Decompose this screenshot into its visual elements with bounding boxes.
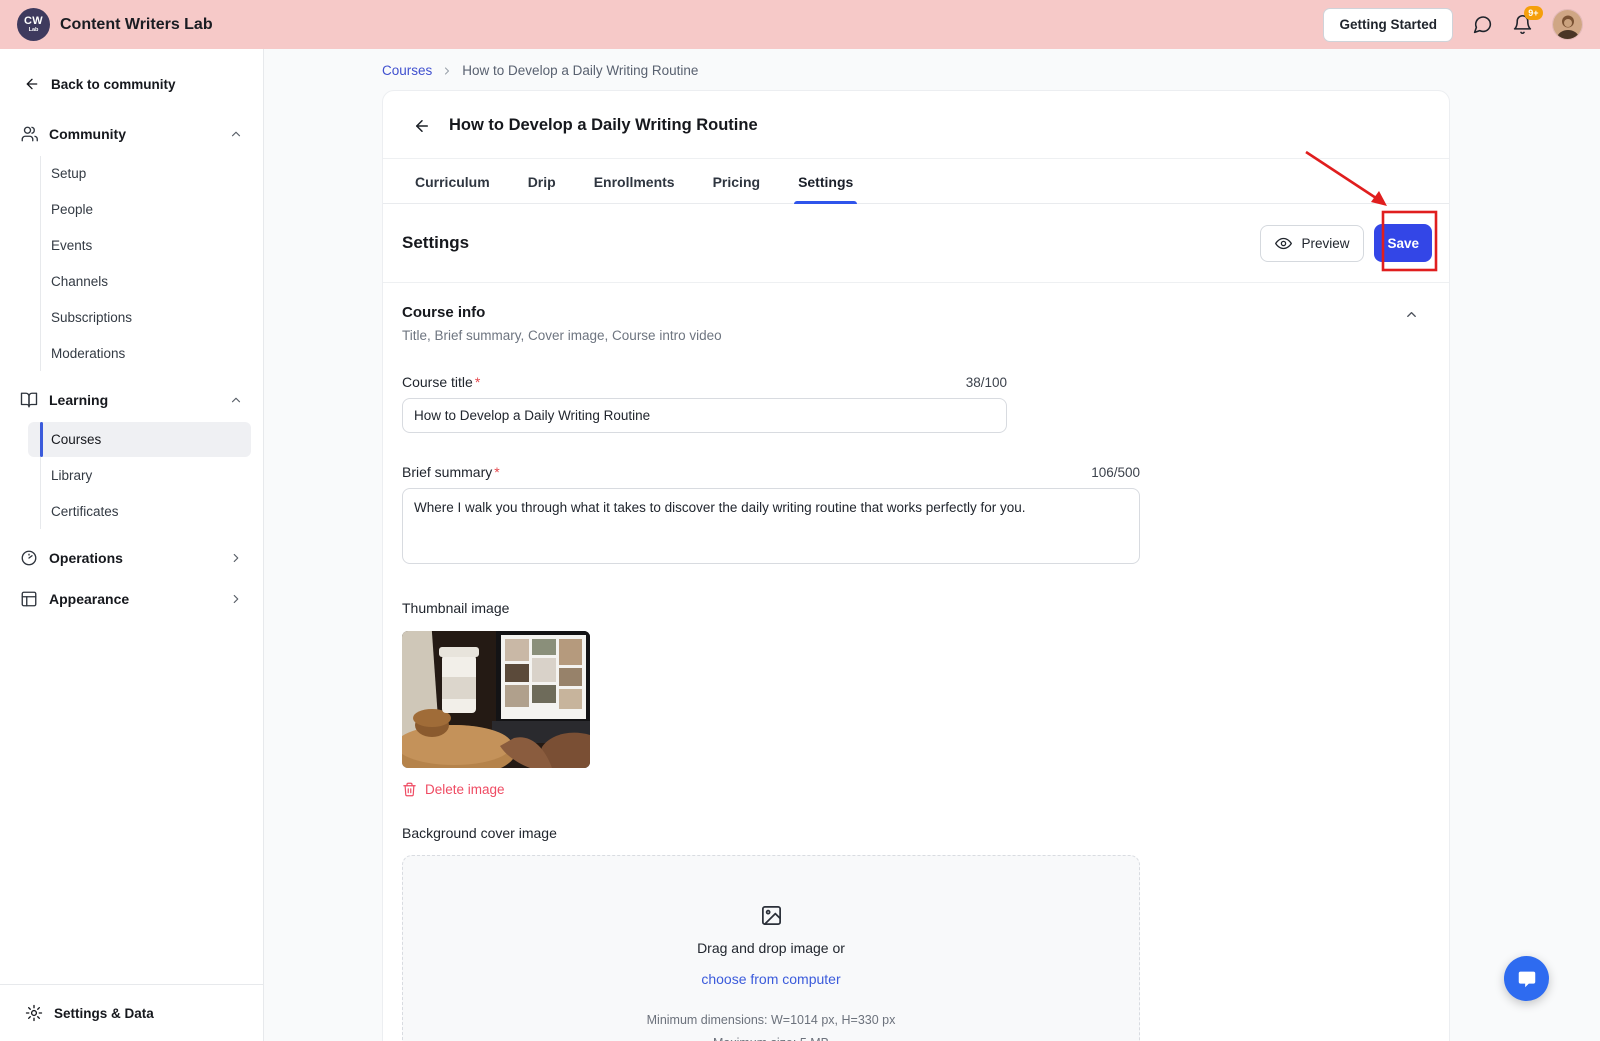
chevron-right-icon	[229, 551, 243, 565]
tab-drip[interactable]: Drip	[526, 159, 558, 203]
breadcrumb: Courses How to Develop a Daily Writing R…	[382, 63, 1600, 78]
book-icon	[20, 391, 38, 409]
dropzone-min-dimensions: Minimum dimensions: W=1014 px, H=330 px	[646, 1013, 896, 1027]
settings-and-data-link[interactable]: Settings & Data	[0, 984, 263, 1041]
eye-icon	[1275, 235, 1293, 252]
course-info-header: Course info Title, Brief summary, Cover …	[402, 304, 1419, 343]
trash-icon	[402, 782, 417, 797]
course-title-counter: 38/100	[965, 375, 1007, 390]
community-icon	[20, 125, 38, 143]
user-avatar[interactable]	[1552, 9, 1583, 40]
course-settings-card: How to Develop a Daily Writing Routine C…	[382, 90, 1450, 1041]
settings-and-data-label: Settings & Data	[54, 1005, 154, 1021]
brief-summary-label: Brief summary *	[402, 464, 500, 480]
sidebar-section-community[interactable]: Community	[0, 113, 263, 154]
thumbnail-label: Thumbnail image	[402, 600, 510, 616]
notifications-button[interactable]: 9+	[1512, 6, 1543, 35]
course-title-field: Course title * 38/100	[402, 374, 1419, 433]
sidebar-section-label: Community	[49, 125, 126, 142]
collapse-chevron-up-icon[interactable]	[1404, 307, 1419, 322]
breadcrumb-current: How to Develop a Daily Writing Routine	[462, 63, 699, 78]
dropzone-text: Drag and drop image or	[697, 940, 845, 956]
required-asterisk: *	[474, 374, 481, 390]
topbar-actions: Getting Started 9+	[1323, 6, 1583, 42]
sidebar-section-label: Learning	[49, 391, 109, 408]
gauge-icon	[20, 549, 38, 567]
course-title-input[interactable]	[402, 398, 1007, 433]
sidebar-section-operations[interactable]: Operations	[0, 537, 263, 578]
cover-image-dropzone[interactable]: Drag and drop image or choose from compu…	[402, 855, 1140, 1041]
back-to-community-link[interactable]: Back to community	[0, 49, 263, 113]
course-info-titles: Course info Title, Brief summary, Cover …	[402, 304, 722, 343]
top-bar: CW Lab Content Writers Lab Getting Start…	[0, 0, 1600, 49]
learning-subnav: Courses Library Certificates	[0, 420, 263, 537]
cover-image-label: Background cover image	[402, 825, 557, 841]
gear-icon	[25, 1004, 43, 1022]
delete-image-button[interactable]: Delete image	[402, 782, 505, 797]
tab-curriculum[interactable]: Curriculum	[413, 159, 492, 203]
course-tabs: Curriculum Drip Enrollments Pricing Sett…	[383, 159, 1449, 204]
logo-text: CW	[24, 15, 43, 27]
chevron-right-icon	[229, 592, 243, 606]
chevron-up-icon	[229, 127, 243, 141]
thumbnail-image	[402, 631, 590, 768]
chat-bubble-icon	[1472, 14, 1493, 35]
sidebar-section-label: Appearance	[49, 590, 130, 607]
section-subtitle: Title, Brief summary, Cover image, Cours…	[402, 328, 722, 343]
course-info-section: Course info Title, Brief summary, Cover …	[383, 282, 1449, 1041]
chevron-right-icon	[441, 65, 453, 77]
delete-image-label: Delete image	[425, 782, 505, 797]
course-title-label: Course title *	[402, 374, 481, 390]
required-asterisk: *	[494, 464, 500, 480]
sidebar-item-courses[interactable]: Courses	[28, 422, 251, 457]
messages-button[interactable]	[1472, 14, 1493, 35]
community-logo[interactable]: CW Lab	[17, 8, 50, 41]
sidebar-item-certificates[interactable]: Certificates	[28, 494, 251, 529]
settings-actions: Preview Save	[1260, 224, 1432, 262]
sidebar-item-events[interactable]: Events	[28, 228, 251, 263]
settings-toolbar: Settings Preview Save	[383, 204, 1449, 282]
tab-settings[interactable]: Settings	[794, 159, 858, 204]
sidebar-section-learning[interactable]: Learning	[0, 379, 263, 420]
preview-label: Preview	[1301, 235, 1350, 251]
tab-pricing[interactable]: Pricing	[711, 159, 762, 203]
sidebar-item-setup[interactable]: Setup	[28, 156, 251, 191]
notification-badge: 9+	[1523, 6, 1543, 20]
sidebar: Back to community Community Setup People…	[0, 49, 264, 1041]
logo-subtext: Lab	[28, 27, 39, 33]
thumbnail-field: Thumbnail image Delete image	[402, 600, 1419, 797]
sidebar-item-library[interactable]: Library	[28, 458, 251, 493]
breadcrumb-courses-link[interactable]: Courses	[382, 63, 432, 78]
course-header: How to Develop a Daily Writing Routine	[383, 91, 1449, 159]
section-title: Course info	[402, 304, 486, 321]
chat-bubble-filled-icon	[1516, 968, 1538, 990]
app-name: Content Writers Lab	[60, 15, 213, 33]
sidebar-section-label: Operations	[49, 549, 123, 566]
sidebar-item-subscriptions[interactable]: Subscriptions	[28, 300, 251, 335]
brief-summary-textarea[interactable]: Where I walk you through what it takes t…	[402, 488, 1140, 564]
sidebar-item-people[interactable]: People	[28, 192, 251, 227]
brief-summary-counter: 106/500	[1091, 465, 1140, 480]
image-icon	[760, 904, 783, 927]
preview-button[interactable]: Preview	[1260, 224, 1365, 262]
dropzone-max-size: Maximum size: 5 MB	[713, 1036, 829, 1041]
chevron-up-icon	[229, 393, 243, 407]
chat-widget-button[interactable]	[1504, 956, 1549, 1001]
tab-enrollments[interactable]: Enrollments	[592, 159, 677, 203]
sidebar-item-channels[interactable]: Channels	[28, 264, 251, 299]
sidebar-section-appearance[interactable]: Appearance	[0, 578, 263, 619]
layout-icon	[20, 590, 38, 608]
back-to-community-label: Back to community	[51, 76, 176, 92]
choose-from-computer-link[interactable]: choose from computer	[701, 971, 840, 987]
getting-started-button[interactable]: Getting Started	[1323, 7, 1453, 42]
back-arrow-icon[interactable]	[413, 117, 431, 135]
brief-summary-field: Brief summary * 106/500 Where I walk you …	[402, 464, 1419, 569]
community-subnav: Setup People Events Channels Subscriptio…	[0, 154, 263, 379]
main-content: Courses How to Develop a Daily Writing R…	[264, 49, 1600, 1041]
back-arrow-icon	[24, 76, 40, 92]
settings-heading: Settings	[402, 233, 470, 252]
course-title-heading: How to Develop a Daily Writing Routine	[449, 116, 758, 134]
sidebar-item-moderations[interactable]: Moderations	[28, 336, 251, 371]
save-button[interactable]: Save	[1374, 224, 1432, 262]
